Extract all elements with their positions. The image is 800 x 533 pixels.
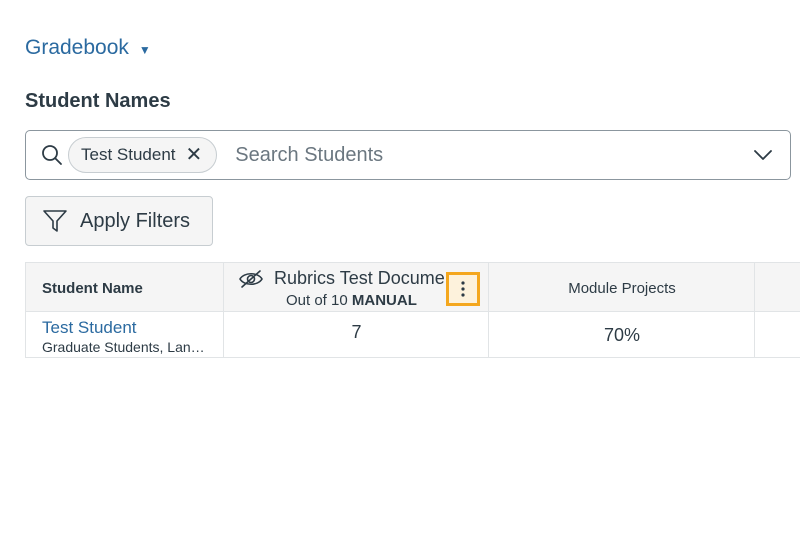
module-projects-column-header[interactable]: Module Projects bbox=[489, 263, 755, 313]
assignment-score: 7 bbox=[351, 321, 362, 342]
grid-divider bbox=[223, 262, 224, 358]
gradebook-menu[interactable]: Gradebook ▼ bbox=[25, 36, 151, 60]
assignment-points: Out of 10 bbox=[286, 292, 348, 309]
student-names-heading: Student Names bbox=[25, 90, 171, 112]
student-sections: Graduate Students, Lan… bbox=[42, 339, 205, 355]
grid-header-row: Student Name Rubrics Test Docume Out of … bbox=[25, 262, 800, 312]
filter-icon bbox=[43, 210, 67, 232]
assignment-name: Rubrics Test Docume bbox=[274, 268, 445, 288]
module-grade: 70% bbox=[603, 324, 641, 345]
apply-filters-button[interactable]: Apply Filters bbox=[25, 196, 213, 246]
table-row: Test Student Graduate Students, Lan… 7 7… bbox=[25, 312, 800, 358]
student-name-column-header[interactable]: Student Name bbox=[42, 280, 143, 297]
assignment-score-cell[interactable]: 7 bbox=[224, 312, 489, 358]
student-name-link[interactable]: Test Student bbox=[42, 318, 222, 338]
assignment-points-line: Out of 10 MANUAL bbox=[286, 292, 417, 309]
grid-divider bbox=[25, 262, 26, 358]
selected-student-chip[interactable]: Test Student ✕ bbox=[68, 137, 218, 173]
student-cell: Test Student Graduate Students, Lan… bbox=[42, 318, 222, 355]
student-search-box[interactable]: Test Student ✕ bbox=[25, 130, 791, 180]
grid-divider bbox=[488, 262, 489, 358]
eye-slash-icon bbox=[239, 269, 263, 288]
search-input[interactable] bbox=[235, 135, 752, 175]
chevron-down-icon[interactable] bbox=[752, 144, 774, 166]
caret-down-icon: ▼ bbox=[138, 42, 151, 57]
assignment-column-header[interactable]: Rubrics Test Docume Out of 10 MANUAL bbox=[224, 263, 489, 313]
module-projects-label: Module Projects bbox=[568, 279, 676, 297]
module-grade-cell[interactable]: 70% bbox=[489, 312, 755, 358]
vertical-ellipsis-icon bbox=[461, 281, 465, 297]
grid-divider bbox=[754, 262, 755, 358]
assignment-grading-type: MANUAL bbox=[351, 292, 417, 309]
gradebook-menu-label: Gradebook bbox=[25, 36, 129, 59]
gradebook-grid: Student Name Rubrics Test Docume Out of … bbox=[25, 262, 800, 358]
search-icon bbox=[42, 145, 62, 165]
apply-filters-label: Apply Filters bbox=[80, 209, 191, 232]
chip-label: Test Student bbox=[81, 145, 176, 164]
close-icon[interactable]: ✕ bbox=[186, 145, 203, 165]
assignment-options-button[interactable] bbox=[446, 272, 480, 306]
